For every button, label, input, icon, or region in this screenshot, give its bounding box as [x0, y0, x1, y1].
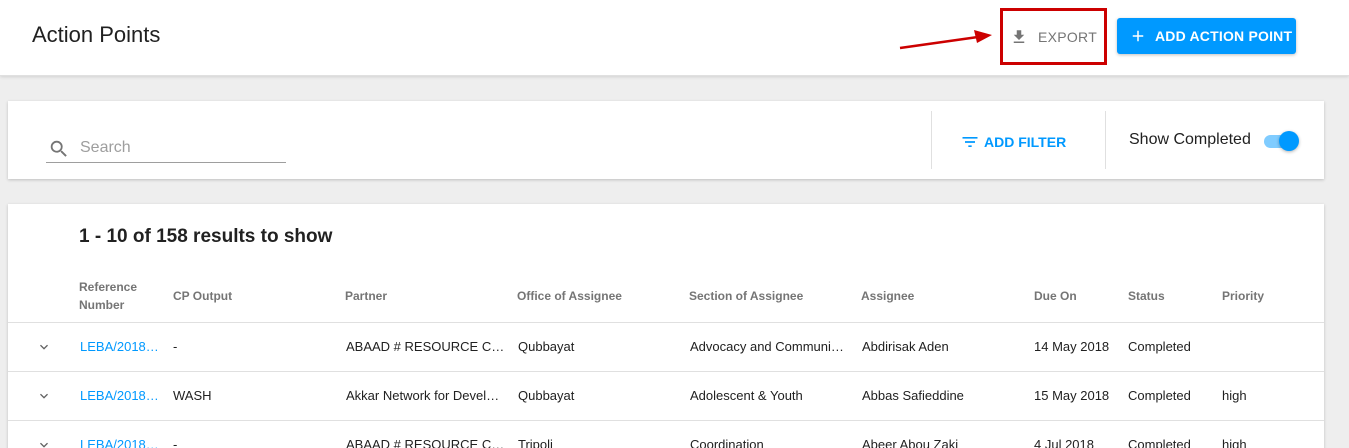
filter-card: ADD FILTER Show Completed	[8, 101, 1324, 179]
column-office-of-assignee[interactable]: Office of Assignee	[517, 287, 622, 305]
cell-partner: ABAAD # RESOURCE CE…	[346, 437, 506, 448]
export-label: EXPORT	[1037, 28, 1098, 45]
plus-icon	[1132, 30, 1144, 42]
column-priority[interactable]: Priority	[1222, 287, 1264, 305]
cell-reference[interactable]: LEBA/2018…	[80, 339, 162, 354]
add-action-point-label: ADD ACTION POINT	[1155, 28, 1293, 44]
toggle-thumb	[1279, 131, 1299, 151]
cell-assignee: Abdirisak Aden	[862, 339, 949, 354]
download-icon	[1013, 29, 1025, 43]
add-filter-label: ADD FILTER	[984, 134, 1067, 150]
column-section-of-assignee[interactable]: Section of Assignee	[689, 287, 803, 305]
chevron-down-icon[interactable]	[36, 339, 52, 355]
add-filter-button[interactable]: ADD FILTER	[960, 132, 1066, 152]
cell-due-on: 4 Jul 2018	[1034, 437, 1094, 448]
add-action-point-button[interactable]: ADD ACTION POINT	[1117, 18, 1296, 54]
cell-cp-output: WASH	[173, 388, 212, 403]
cell-section: Coordination	[690, 437, 764, 448]
cell-priority: high	[1222, 437, 1247, 448]
table-row[interactable]: LEBA/2018… WASH Akkar Network for Develo…	[8, 372, 1324, 421]
cell-status: Completed	[1128, 437, 1191, 448]
column-assignee[interactable]: Assignee	[861, 287, 914, 305]
cell-assignee: Abeer Abou Zaki	[862, 437, 959, 448]
search-icon	[50, 140, 67, 157]
table-row[interactable]: LEBA/2018… - ABAAD # RESOURCE CE… Tripol…	[8, 421, 1324, 448]
column-status[interactable]: Status	[1128, 287, 1165, 305]
page-title: Action Points	[32, 22, 161, 47]
show-completed-label: Show Completed	[1129, 131, 1251, 148]
results-summary: 1 - 10 of 158 results to show	[79, 226, 333, 247]
column-due-on[interactable]: Due On	[1034, 287, 1077, 305]
cell-status: Completed	[1128, 339, 1191, 354]
top-bar: Action Points EXPORT ADD ACTION POINT	[0, 0, 1349, 76]
cell-assignee: Abbas Safieddine	[862, 388, 964, 403]
cell-cp-output: -	[173, 339, 178, 354]
cell-partner: ABAAD # RESOURCE CE…	[346, 339, 506, 354]
cell-reference[interactable]: LEBA/2018…	[80, 437, 162, 448]
search-input[interactable]	[80, 137, 280, 159]
cell-section: Advocacy and Communic…	[690, 339, 850, 354]
cell-reference[interactable]: LEBA/2018…	[80, 388, 162, 403]
table-row[interactable]: LEBA/2018… - ABAAD # RESOURCE CE… Qubbay…	[8, 323, 1324, 372]
annotation-arrow	[899, 30, 992, 50]
column-partner[interactable]: Partner	[345, 287, 387, 305]
cell-cp-output: -	[173, 437, 178, 448]
cell-status: Completed	[1128, 388, 1191, 403]
column-reference-line1: Reference	[79, 280, 138, 294]
column-cp-output[interactable]: CP Output	[173, 287, 232, 305]
column-reference-line2: Number	[79, 298, 125, 312]
chevron-down-icon[interactable]	[36, 437, 52, 448]
show-completed-toggle[interactable]	[1264, 130, 1300, 152]
cell-office: Qubbayat	[518, 388, 575, 403]
cell-partner: Akkar Network for Develo…	[346, 388, 506, 403]
export-button[interactable]: EXPORT	[1000, 8, 1107, 65]
cell-due-on: 14 May 2018	[1034, 339, 1110, 354]
chevron-down-icon[interactable]	[36, 388, 52, 404]
results-card: 1 - 10 of 158 results to show Reference …	[8, 204, 1324, 448]
cell-office: Tripoli	[518, 437, 553, 448]
filter-divider	[931, 111, 932, 169]
toggle-divider	[1105, 111, 1106, 169]
filter-list-icon	[962, 137, 978, 147]
cell-due-on: 15 May 2018	[1034, 388, 1110, 403]
cell-priority: high	[1222, 388, 1247, 403]
cell-office: Qubbayat	[518, 339, 575, 354]
cell-section: Adolescent & Youth	[690, 388, 803, 403]
search-field[interactable]	[46, 135, 286, 163]
column-reference-number[interactable]: Reference Number	[79, 278, 137, 314]
